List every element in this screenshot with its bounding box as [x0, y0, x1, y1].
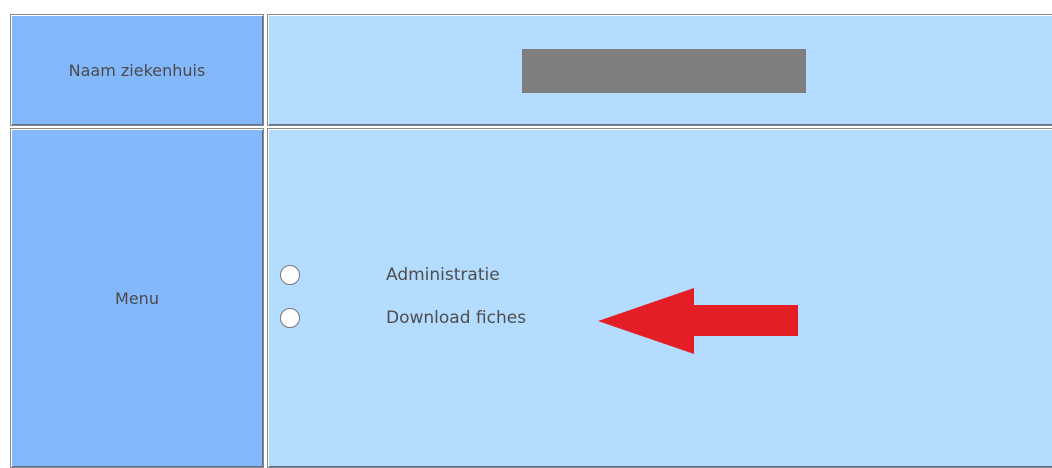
administratie-radio[interactable] [280, 265, 300, 285]
download-fiches-label[interactable]: Download fiches [386, 308, 526, 328]
administratie-label[interactable]: Administratie [386, 265, 500, 285]
hospital-name-label-cell: Naam ziekenhuis [10, 14, 264, 126]
menu-option-download-fiches[interactable]: Download fiches [280, 304, 526, 332]
red-arrow-left-icon [598, 288, 798, 354]
hospital-menu-page: Naam ziekenhuis Menu Administratie Downl… [0, 0, 1052, 468]
menu-options-cell: Administratie Download fiches [267, 128, 1052, 468]
menu-label: Menu [115, 288, 159, 308]
hospital-name-label: Naam ziekenhuis [68, 60, 206, 80]
hospital-name-value-cell [267, 14, 1052, 126]
menu-label-cell: Menu [10, 128, 264, 468]
download-fiches-radio[interactable] [280, 308, 300, 328]
redacted-hospital-name [522, 49, 806, 93]
menu-option-administratie[interactable]: Administratie [280, 261, 500, 289]
